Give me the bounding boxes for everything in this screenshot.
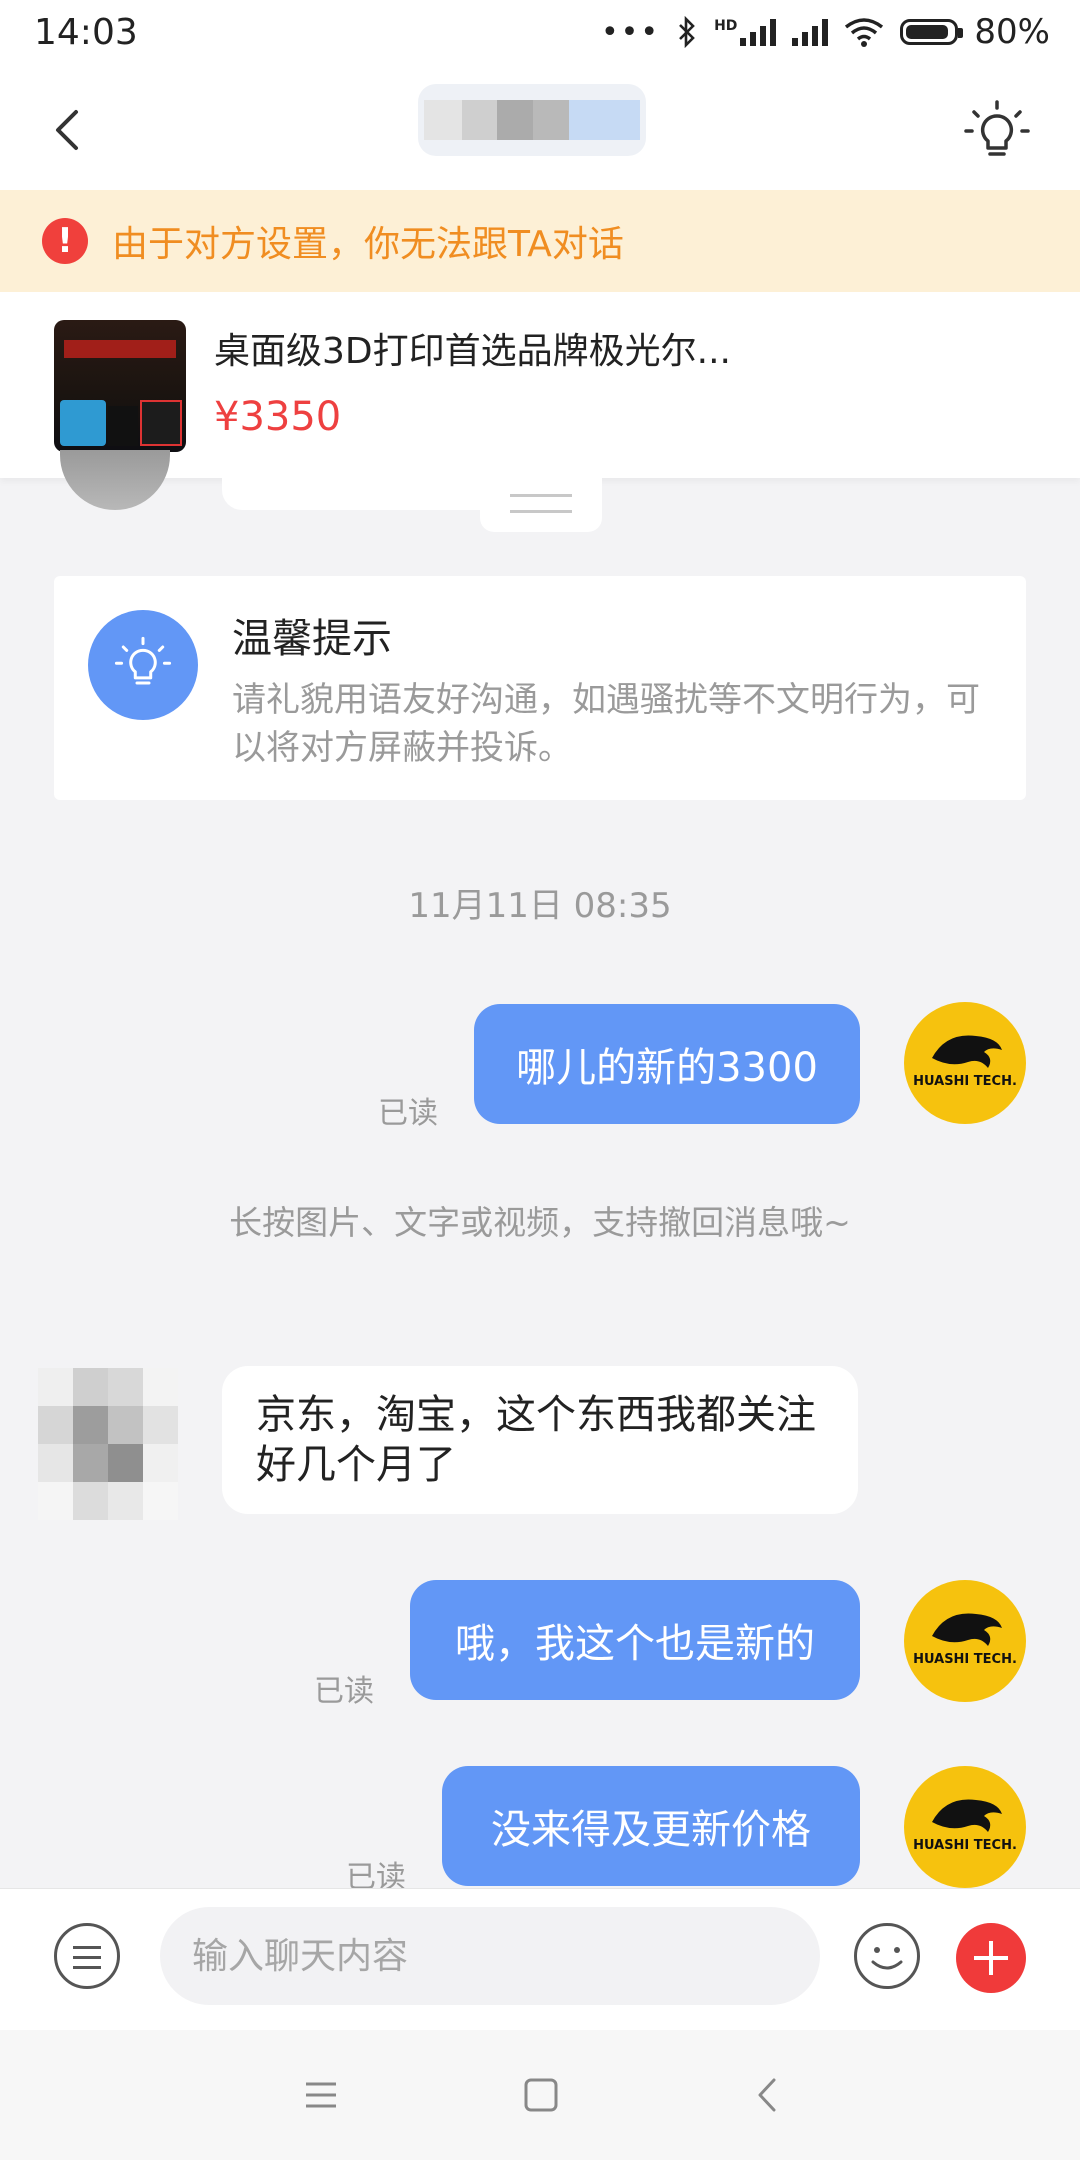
contact-name-redacted — [418, 84, 646, 156]
product-title[interactable]: 桌面级3D打印首选品牌极光尔... — [214, 322, 731, 374]
emoji-button[interactable] — [854, 1923, 920, 1989]
collapse-handle[interactable] — [480, 478, 602, 532]
exclamation-icon: ! — [42, 218, 88, 264]
more-dots-icon: ••• — [600, 14, 661, 50]
tip-card: 温馨提示 请礼貌用语友好沟通，如遇骚扰等不文明行为，可以将对方屏蔽并投诉。 — [54, 576, 1026, 800]
tip-body: 请礼貌用语友好沟通，如遇骚扰等不文明行为，可以将对方屏蔽并投诉。 — [232, 680, 980, 768]
signal-icon — [792, 18, 829, 46]
smiley-icon — [871, 1947, 903, 1970]
message-bubble-incoming[interactable]: 京东，淘宝，这个东西我都关注好几个月了 — [222, 1366, 858, 1514]
input-bar — [0, 1888, 1080, 2031]
message-bubble-outgoing[interactable]: 没来得及更新价格 — [442, 1766, 860, 1886]
plus-button[interactable] — [956, 1923, 1026, 1993]
menu-button[interactable] — [54, 1923, 120, 1989]
battery-icon — [900, 19, 964, 45]
status-time: 14:03 — [34, 12, 138, 53]
battery-percent: 80% — [974, 12, 1050, 52]
read-status: 已读 — [314, 1674, 374, 1709]
my-avatar[interactable]: HUASHI TECH. — [904, 1002, 1026, 1124]
nav-home-button[interactable] — [516, 2070, 566, 2120]
tip-title: 温馨提示 — [232, 616, 392, 662]
status-icons: ••• HD 80% — [601, 12, 1050, 52]
nav-back-button[interactable] — [744, 2070, 794, 2120]
restriction-banner: ! 由于对方设置，你无法跟TA对话 — [0, 190, 1080, 292]
avatar[interactable] — [60, 450, 170, 510]
my-avatar[interactable]: HUASHI TECH. — [904, 1580, 1026, 1702]
my-avatar[interactable]: HUASHI TECH. — [904, 1766, 1026, 1888]
bluetooth-icon — [679, 16, 695, 48]
read-status: 已读 — [378, 1096, 438, 1131]
lightbulb-icon — [964, 100, 1030, 156]
product-thumbnail[interactable] — [54, 320, 186, 452]
contact-avatar-redacted[interactable] — [38, 1368, 178, 1520]
chevron-left-icon — [56, 110, 78, 150]
nav-menu-button[interactable] — [296, 2070, 346, 2120]
square-icon — [524, 2078, 558, 2112]
chevron-left-icon — [758, 2078, 776, 2112]
hd-signal-icon: HD — [714, 18, 777, 46]
chat-timestamp: 11月11日 08:35 — [408, 886, 672, 926]
chat-header — [0, 70, 1080, 190]
recall-notice: 长按图片、文字或视频，支持撤回消息哦~ — [229, 1203, 851, 1242]
message-bubble-outgoing[interactable]: 哦，我这个也是新的 — [410, 1580, 860, 1700]
wifi-icon — [845, 18, 884, 47]
message-bubble-outgoing[interactable]: 哪儿的新的3300 — [474, 1004, 860, 1124]
lightbulb-button[interactable] — [962, 98, 1032, 168]
back-button[interactable] — [40, 100, 100, 160]
lightbulb-icon — [88, 610, 198, 720]
chat-input[interactable] — [160, 1907, 820, 2005]
status-bar: 14:03 ••• HD 80% — [0, 0, 1080, 70]
menu-icon — [306, 2082, 336, 2108]
system-nav-bar — [0, 2030, 1080, 2160]
banner-text: 由于对方设置，你无法跟TA对话 — [112, 224, 624, 265]
product-price: ¥3350 — [214, 394, 342, 440]
